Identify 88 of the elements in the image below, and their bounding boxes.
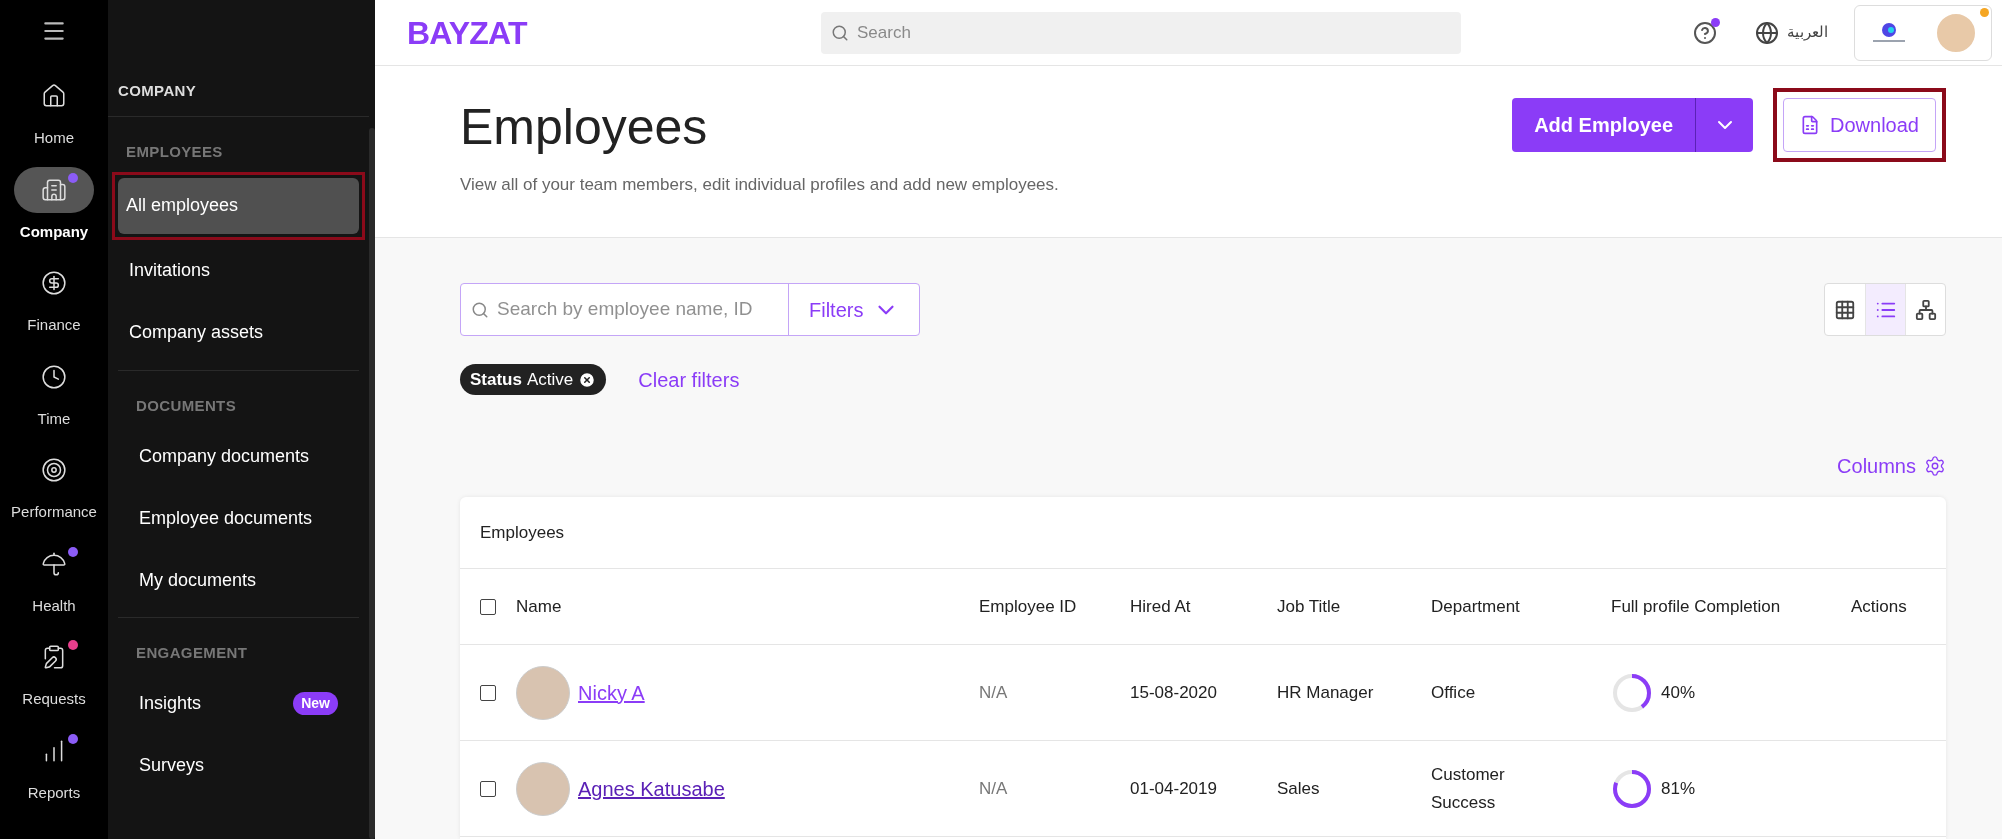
checkbox[interactable] <box>480 684 496 701</box>
column-header[interactable]: Department <box>1431 593 1611 620</box>
column-header[interactable]: Hired At <box>1130 593 1277 620</box>
nav-label[interactable]: Finance <box>27 314 81 337</box>
home-icon <box>41 83 67 109</box>
sidebar-item-label: Insights <box>139 692 202 715</box>
nav-icon-button[interactable] <box>14 166 94 213</box>
download-button[interactable]: Download <box>1783 98 1936 152</box>
table-cell-text: Sales <box>1277 777 1321 800</box>
employee-search-field[interactable]: Search by employee name, ID <box>461 284 789 335</box>
sidebar-item[interactable]: Company documents <box>131 428 346 484</box>
table-title: Employees <box>480 521 565 544</box>
nav-label[interactable]: Requests <box>22 688 86 711</box>
sidebar-item[interactable]: Insights New <box>131 675 346 732</box>
table-cell-text: 01-04-2019 <box>1130 777 1218 800</box>
view-toggle-button[interactable] <box>1865 284 1905 335</box>
columns-button[interactable]: Columns <box>1837 451 1946 481</box>
sidebar-item-label: Surveys <box>139 754 205 777</box>
checkbox[interactable] <box>480 780 496 797</box>
column-header[interactable]: Full profile Completion <box>1611 593 1851 620</box>
help-icon <box>1693 20 1717 45</box>
chip-label: Status <box>470 368 522 391</box>
column-header[interactable]: Actions <box>1851 593 1946 620</box>
remove-icon[interactable] <box>578 370 597 389</box>
column-header[interactable]: Employee ID <box>979 593 1130 620</box>
column-header[interactable]: Name <box>516 593 979 620</box>
section-heading: EMPLOYEES <box>125 142 224 162</box>
clock-icon <box>41 363 67 390</box>
page-subtitle: View all of your team members, edit individual profiles and add new employees. <box>460 174 1059 196</box>
employee-name-link[interactable]: Nicky A <box>578 677 645 708</box>
sidebar-item-label: All employees <box>126 194 239 217</box>
target-icon <box>41 457 67 483</box>
scrollbar[interactable] <box>369 128 375 839</box>
sidebar-item-label: Employee documents <box>139 506 313 530</box>
sidebar-item-label: My documents <box>139 568 257 592</box>
search-icon <box>831 23 849 42</box>
sidebar-item[interactable]: My documents <box>131 552 346 608</box>
dollar-coin-icon <box>41 270 67 296</box>
table-cell-text: N/A <box>979 681 1009 704</box>
section-heading: DOCUMENTS <box>135 395 238 416</box>
hierarchy-icon <box>1914 298 1937 321</box>
avatar <box>516 665 570 720</box>
nav-label[interactable]: Home <box>34 127 74 150</box>
sidebar-item[interactable]: Surveys <box>131 737 346 794</box>
nav-label[interactable]: Company <box>19 220 89 243</box>
settings-icon <box>1924 455 1946 477</box>
language-button[interactable]: العربية <box>1755 20 1828 45</box>
chip-value: Active <box>526 368 574 391</box>
filters-button[interactable]: Filters <box>789 284 920 335</box>
logo[interactable]: BAYZAT <box>407 8 807 57</box>
nav-label[interactable]: Reports <box>27 781 81 804</box>
table-cell-text: HR Manager <box>1277 681 1375 704</box>
section-heading: ENGAGEMENT <box>135 643 249 663</box>
building-icon <box>41 176 67 203</box>
table-cell-text: Customer Success <box>1431 763 1506 814</box>
sidebar-item-label: Invitations <box>129 259 211 282</box>
completion-percent: 81% <box>1661 777 1696 800</box>
spreadsheet-file-icon <box>1800 115 1821 135</box>
sidebar-item[interactable]: All employees <box>118 177 359 234</box>
sidebar-item[interactable]: Employee documents <box>131 490 346 546</box>
page-title: Employees <box>460 102 709 152</box>
clear-filters-link[interactable]: Clear filters <box>638 364 740 395</box>
table-cell-text: 15-08-2020 <box>1130 681 1218 704</box>
globe-icon <box>1755 20 1779 45</box>
table-cell-text: Office <box>1431 681 1477 704</box>
search-icon <box>471 300 489 319</box>
sidebar-item-label: Company documents <box>139 444 310 468</box>
filter-chip[interactable]: Status Active <box>460 364 607 395</box>
nav-label[interactable]: Health <box>32 594 76 617</box>
grid-icon <box>1834 298 1856 321</box>
employee-name-link[interactable]: Agnes Katusabe <box>578 773 725 804</box>
table-cell-text: N/A <box>979 777 1009 800</box>
column-header[interactable]: Job Title <box>1277 593 1431 620</box>
checkbox[interactable] <box>480 598 496 615</box>
sidebar-title: COMPANY <box>118 80 197 101</box>
sidebar-item-label: Company assets <box>129 321 264 344</box>
search-input[interactable]: Search <box>857 19 1451 46</box>
search-input[interactable]: Search by employee name, ID <box>497 295 778 324</box>
sidebar-item[interactable]: Invitations <box>121 242 356 299</box>
completion-percent: 40% <box>1661 681 1696 704</box>
help-button[interactable] <box>1693 20 1717 45</box>
search-field[interactable]: Search <box>821 11 1461 54</box>
nav-label[interactable]: Time <box>37 407 71 430</box>
nav-label[interactable]: Performance <box>11 501 97 524</box>
sidebar-item[interactable]: Company assets <box>121 304 356 361</box>
new-badge: New <box>293 692 338 715</box>
umbrella-icon <box>41 550 67 577</box>
avatar <box>516 761 570 816</box>
